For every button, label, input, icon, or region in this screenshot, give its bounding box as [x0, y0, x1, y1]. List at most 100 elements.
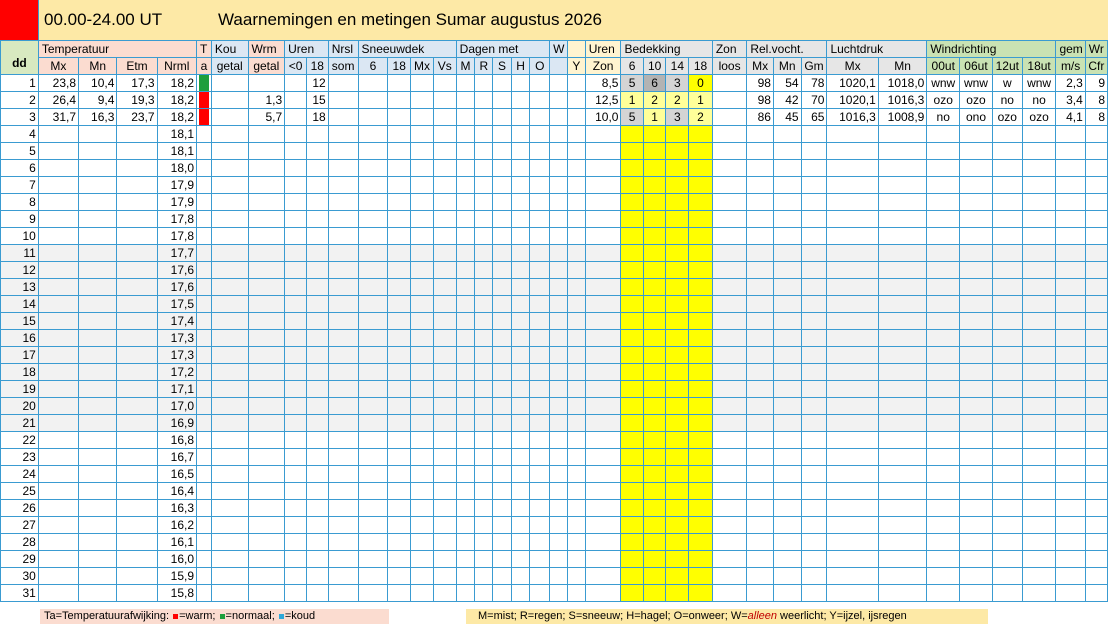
cell-u18: [305, 567, 329, 585]
cell-w00: [926, 312, 961, 330]
cell-rmn: [772, 312, 802, 330]
cell-w00: [926, 295, 961, 313]
cell-ms: [1055, 244, 1086, 262]
cell-u18: [305, 176, 329, 194]
cell-mn: [78, 431, 118, 449]
cell-s: [492, 261, 512, 279]
cell-b14: [665, 363, 690, 381]
cell-w12: [991, 159, 1023, 177]
cell-smx: [410, 142, 434, 160]
sub-b14: 14: [665, 57, 690, 75]
cell-b18: [688, 567, 713, 585]
sub-etm: Etm: [116, 57, 158, 75]
cell-w12: [991, 482, 1023, 500]
cell-lt0: [284, 380, 307, 398]
cell-etm: [116, 448, 158, 466]
cell-wrm: [247, 380, 286, 398]
cell-zon: [584, 176, 622, 194]
table-row: 6 18,0: [0, 159, 1108, 177]
cell-ta: [196, 329, 212, 347]
cell-nrml: 17,4: [156, 312, 198, 330]
cell-ms: [1055, 431, 1086, 449]
cell-w: [549, 108, 569, 126]
cell-b14: 3: [665, 74, 690, 92]
cell-w: [549, 295, 569, 313]
cell-dd: 27: [0, 516, 39, 534]
table-row: 9 17,8: [0, 210, 1108, 228]
cell-w12: [991, 363, 1023, 381]
cell-lmn: [877, 465, 928, 483]
cell-kou: [210, 74, 249, 92]
cell-rmn: [772, 329, 802, 347]
cell-lmn: [877, 516, 928, 534]
cell-b6: [620, 533, 644, 551]
cell-lmn: [877, 159, 928, 177]
cell-nrml: 15,8: [156, 584, 198, 602]
cell-kou: [210, 499, 249, 517]
cell-m: [455, 227, 476, 245]
cell-ta: [196, 380, 212, 398]
cell-rr: [474, 533, 494, 551]
cell-w12: [991, 516, 1023, 534]
cell-rgm: [800, 499, 828, 517]
sub-b10: 10: [642, 57, 667, 75]
table-row: 19 17,1: [0, 380, 1108, 398]
cell-w00: [926, 363, 961, 381]
table-row: 16 17,3: [0, 329, 1108, 347]
cell-rgm: [800, 550, 828, 568]
cell-cfr: [1084, 244, 1108, 262]
cell-b6: [620, 397, 644, 415]
cell-s18: [387, 278, 412, 296]
cell-som: [327, 363, 359, 381]
cell-s: [492, 346, 512, 364]
cell-lmn: [877, 584, 928, 602]
cell-loos: [711, 584, 748, 602]
cell-nrml: 18,0: [156, 159, 198, 177]
legend-dagen-met: M=mist; R=regen; S=sneeuw; H=hagel; O=on…: [466, 609, 988, 624]
cell-lt0: [284, 227, 307, 245]
cell-w12: [991, 261, 1023, 279]
cell-lmx: [826, 312, 879, 330]
cell-cfr: [1084, 295, 1108, 313]
cell-b10: [642, 431, 667, 449]
cell-o: [529, 142, 551, 160]
cell-svs: [432, 261, 457, 279]
cell-rmn: [772, 482, 802, 500]
cell-s18: [387, 108, 412, 126]
cell-w12: [991, 465, 1023, 483]
cell-w06: [959, 465, 993, 483]
cell-rgm: [800, 397, 828, 415]
cell-rr: [474, 295, 494, 313]
cell-s6: [357, 533, 389, 551]
cell-wrm: [247, 397, 286, 415]
cell-b18: [688, 176, 713, 194]
cell-rmn: [772, 516, 802, 534]
sub-rmx: Mx: [746, 57, 774, 75]
cell-b14: [665, 244, 690, 262]
cell-b10: [642, 295, 667, 313]
cell-ta: [196, 431, 212, 449]
cell-b14: [665, 193, 690, 211]
cell-u18: [305, 499, 329, 517]
cell-zon: [584, 363, 622, 381]
cell-rmn: [772, 125, 802, 143]
cell-s18: [387, 516, 412, 534]
cell-w06: [959, 227, 993, 245]
cell-h: [510, 380, 531, 398]
cell-rgm: [800, 567, 828, 585]
cell-rgm: [800, 584, 828, 602]
cell-w18: [1021, 550, 1057, 568]
cell-ms: [1055, 159, 1086, 177]
cell-b14: 3: [665, 108, 690, 126]
cell-kou: [210, 227, 249, 245]
cell-lt0: [284, 431, 307, 449]
cell-smx: [410, 533, 434, 551]
cell-b18: [688, 533, 713, 551]
cell-cfr: [1084, 329, 1108, 347]
cell-lt0: [284, 397, 307, 415]
cell-lt0: [284, 363, 307, 381]
cell-kou: [210, 261, 249, 279]
cell-o: [529, 397, 551, 415]
cell-b10: [642, 499, 667, 517]
cell-svs: [432, 499, 457, 517]
